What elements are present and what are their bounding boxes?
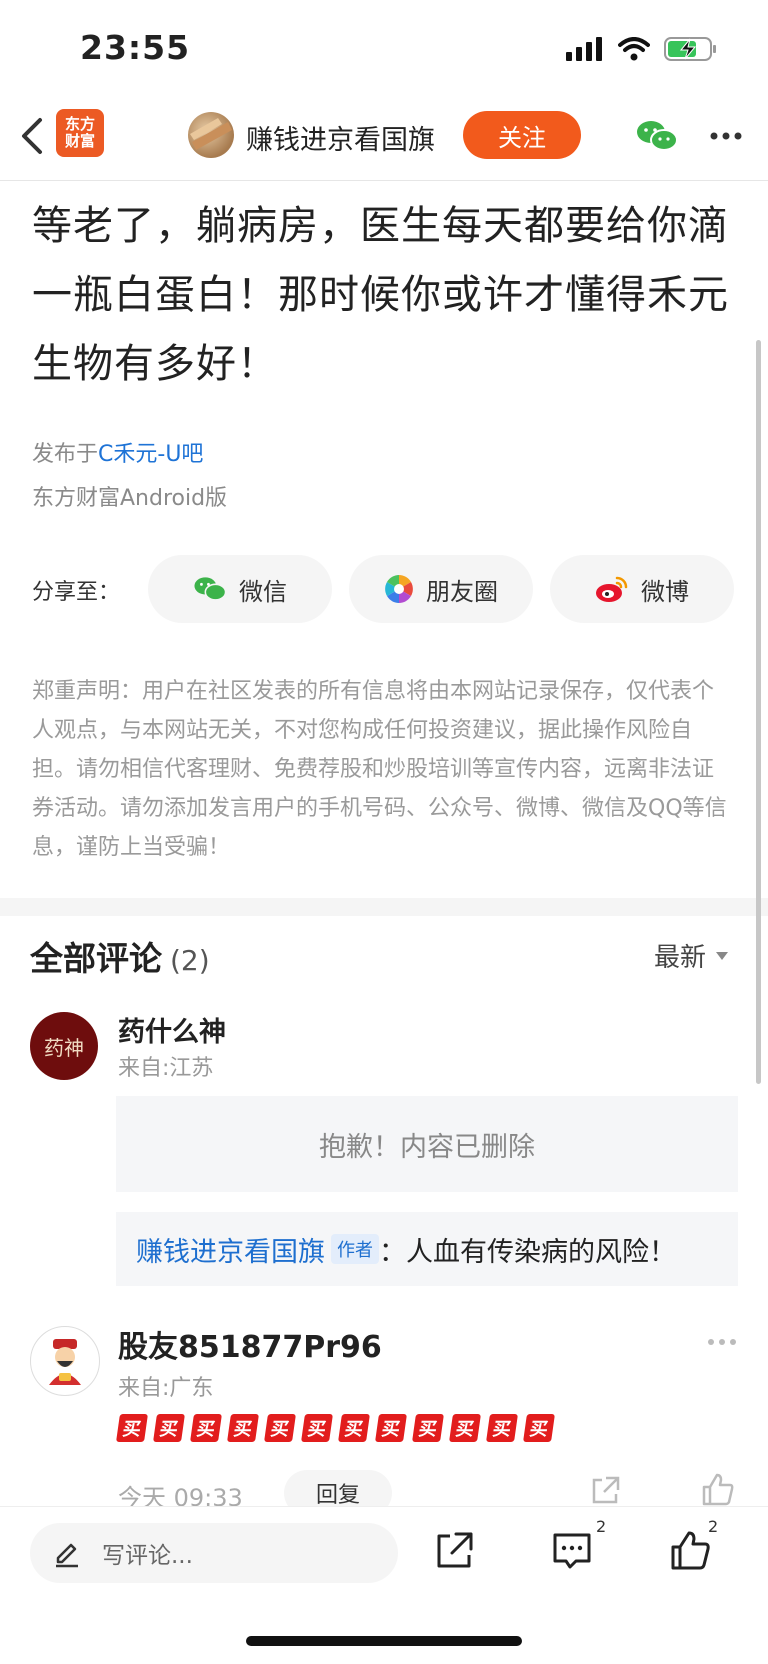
comment-author-name[interactable]: 股友851877Pr96	[118, 1322, 382, 1366]
comment-count-badge: 2	[596, 1517, 607, 1536]
share-moments-button[interactable]: 朋友圈	[349, 555, 533, 623]
disclaimer-text: 郑重声明：用户在社区发表的所有信息将由本网站记录保存，仅代表个人观点，与本网站无…	[32, 679, 727, 860]
buy-sticker: 买	[116, 1414, 148, 1442]
weibo-icon	[596, 576, 628, 602]
buy-sticker: 买	[449, 1414, 481, 1442]
author-tag: 作者	[331, 1234, 379, 1264]
buy-sticker: 买	[412, 1414, 444, 1442]
back-icon[interactable]	[14, 114, 54, 158]
avatar[interactable]: 药神	[30, 1012, 98, 1080]
share-icon[interactable]	[588, 1474, 622, 1508]
comments-count: (2)	[170, 944, 210, 977]
share-moments-label: 朋友圈	[426, 577, 498, 606]
author-reply[interactable]: 赚钱进京看国旗 作者 ： 人血有传染病的风险！	[116, 1212, 738, 1286]
nav-bar: 东方 财富 赚钱进京看国旗 关注	[0, 92, 768, 181]
like-icon[interactable]	[668, 1529, 712, 1573]
share-weibo-button[interactable]: 微博	[550, 555, 734, 623]
section-divider	[0, 898, 768, 916]
share-label: 分享至：	[32, 580, 121, 605]
comment-input-placeholder: 写评论...	[102, 1543, 193, 1569]
like-icon[interactable]	[700, 1472, 736, 1508]
comments-title: 全部评论	[30, 939, 162, 978]
buy-sticker: 买	[301, 1414, 333, 1442]
wifi-icon	[618, 37, 650, 61]
author-avatar[interactable]	[188, 112, 234, 158]
share-weibo-label: 微博	[641, 577, 689, 606]
battery-charging-icon	[664, 37, 716, 61]
app-logo: 东方 财富	[56, 109, 104, 157]
share-icon[interactable]	[432, 1529, 476, 1573]
more-icon[interactable]	[708, 130, 744, 142]
buy-sticker: 买	[375, 1414, 407, 1442]
comment-stickers: 买买买买买买买买买买买买	[116, 1414, 555, 1442]
home-indicator	[246, 1636, 522, 1646]
post-meta-bar: 发布于C禾元-U吧	[32, 436, 203, 468]
sort-label: 最新	[654, 943, 707, 973]
avatar[interactable]	[30, 1326, 100, 1396]
wechat-icon[interactable]	[636, 118, 678, 154]
bar-link[interactable]: C禾元-U吧	[98, 442, 203, 467]
comment-location: 来自:广东	[118, 1376, 214, 1401]
like-count-badge: 2	[708, 1517, 719, 1536]
reply-author-name[interactable]: 赚钱进京看国旗	[136, 1230, 325, 1269]
comment-icon[interactable]	[550, 1529, 594, 1573]
post-client: 东方财富Android版	[32, 486, 228, 511]
pencil-icon	[56, 1543, 78, 1568]
buy-sticker: 买	[486, 1414, 518, 1442]
comment-input[interactable]: 写评论...	[30, 1523, 398, 1583]
comments-heading: 全部评论 (2)	[30, 932, 210, 980]
reply-separator: ：	[379, 1236, 406, 1268]
deleted-content-notice: 抱歉！内容已删除	[116, 1096, 738, 1192]
follow-button[interactable]: 关注	[463, 111, 581, 159]
share-wechat-label: 微信	[239, 577, 287, 606]
status-time: 23:55	[80, 28, 191, 67]
wechat-icon	[194, 577, 227, 601]
published-prefix: 发布于	[32, 442, 99, 467]
buy-sticker: 买	[523, 1414, 555, 1442]
more-icon[interactable]	[706, 1337, 738, 1347]
status-icons	[566, 34, 718, 64]
sort-dropdown[interactable]: 最新	[654, 937, 729, 974]
caret-down-icon	[716, 951, 729, 960]
moments-icon	[385, 575, 413, 603]
scrollbar[interactable]	[756, 340, 761, 1084]
comment-author-name[interactable]: 药什么神	[118, 1010, 226, 1049]
signal-icon	[566, 37, 602, 61]
reply-text: 人血有传染病的风险！	[406, 1236, 676, 1268]
buy-sticker: 买	[190, 1414, 222, 1442]
buy-sticker: 买	[227, 1414, 259, 1442]
author-name[interactable]: 赚钱进京看国旗	[246, 118, 435, 157]
share-wechat-button[interactable]: 微信	[148, 555, 332, 623]
buy-sticker: 买	[264, 1414, 296, 1442]
buy-sticker: 买	[338, 1414, 370, 1442]
fortune-god-avatar-icon	[49, 1339, 81, 1385]
buy-sticker: 买	[153, 1414, 185, 1442]
comment-location: 来自:江苏	[118, 1056, 214, 1081]
post-title: 等老了，躺病房，医生每天都要给你滴一瓶白蛋白！那时候你或许才懂得禾元生物有多好！	[32, 203, 729, 387]
